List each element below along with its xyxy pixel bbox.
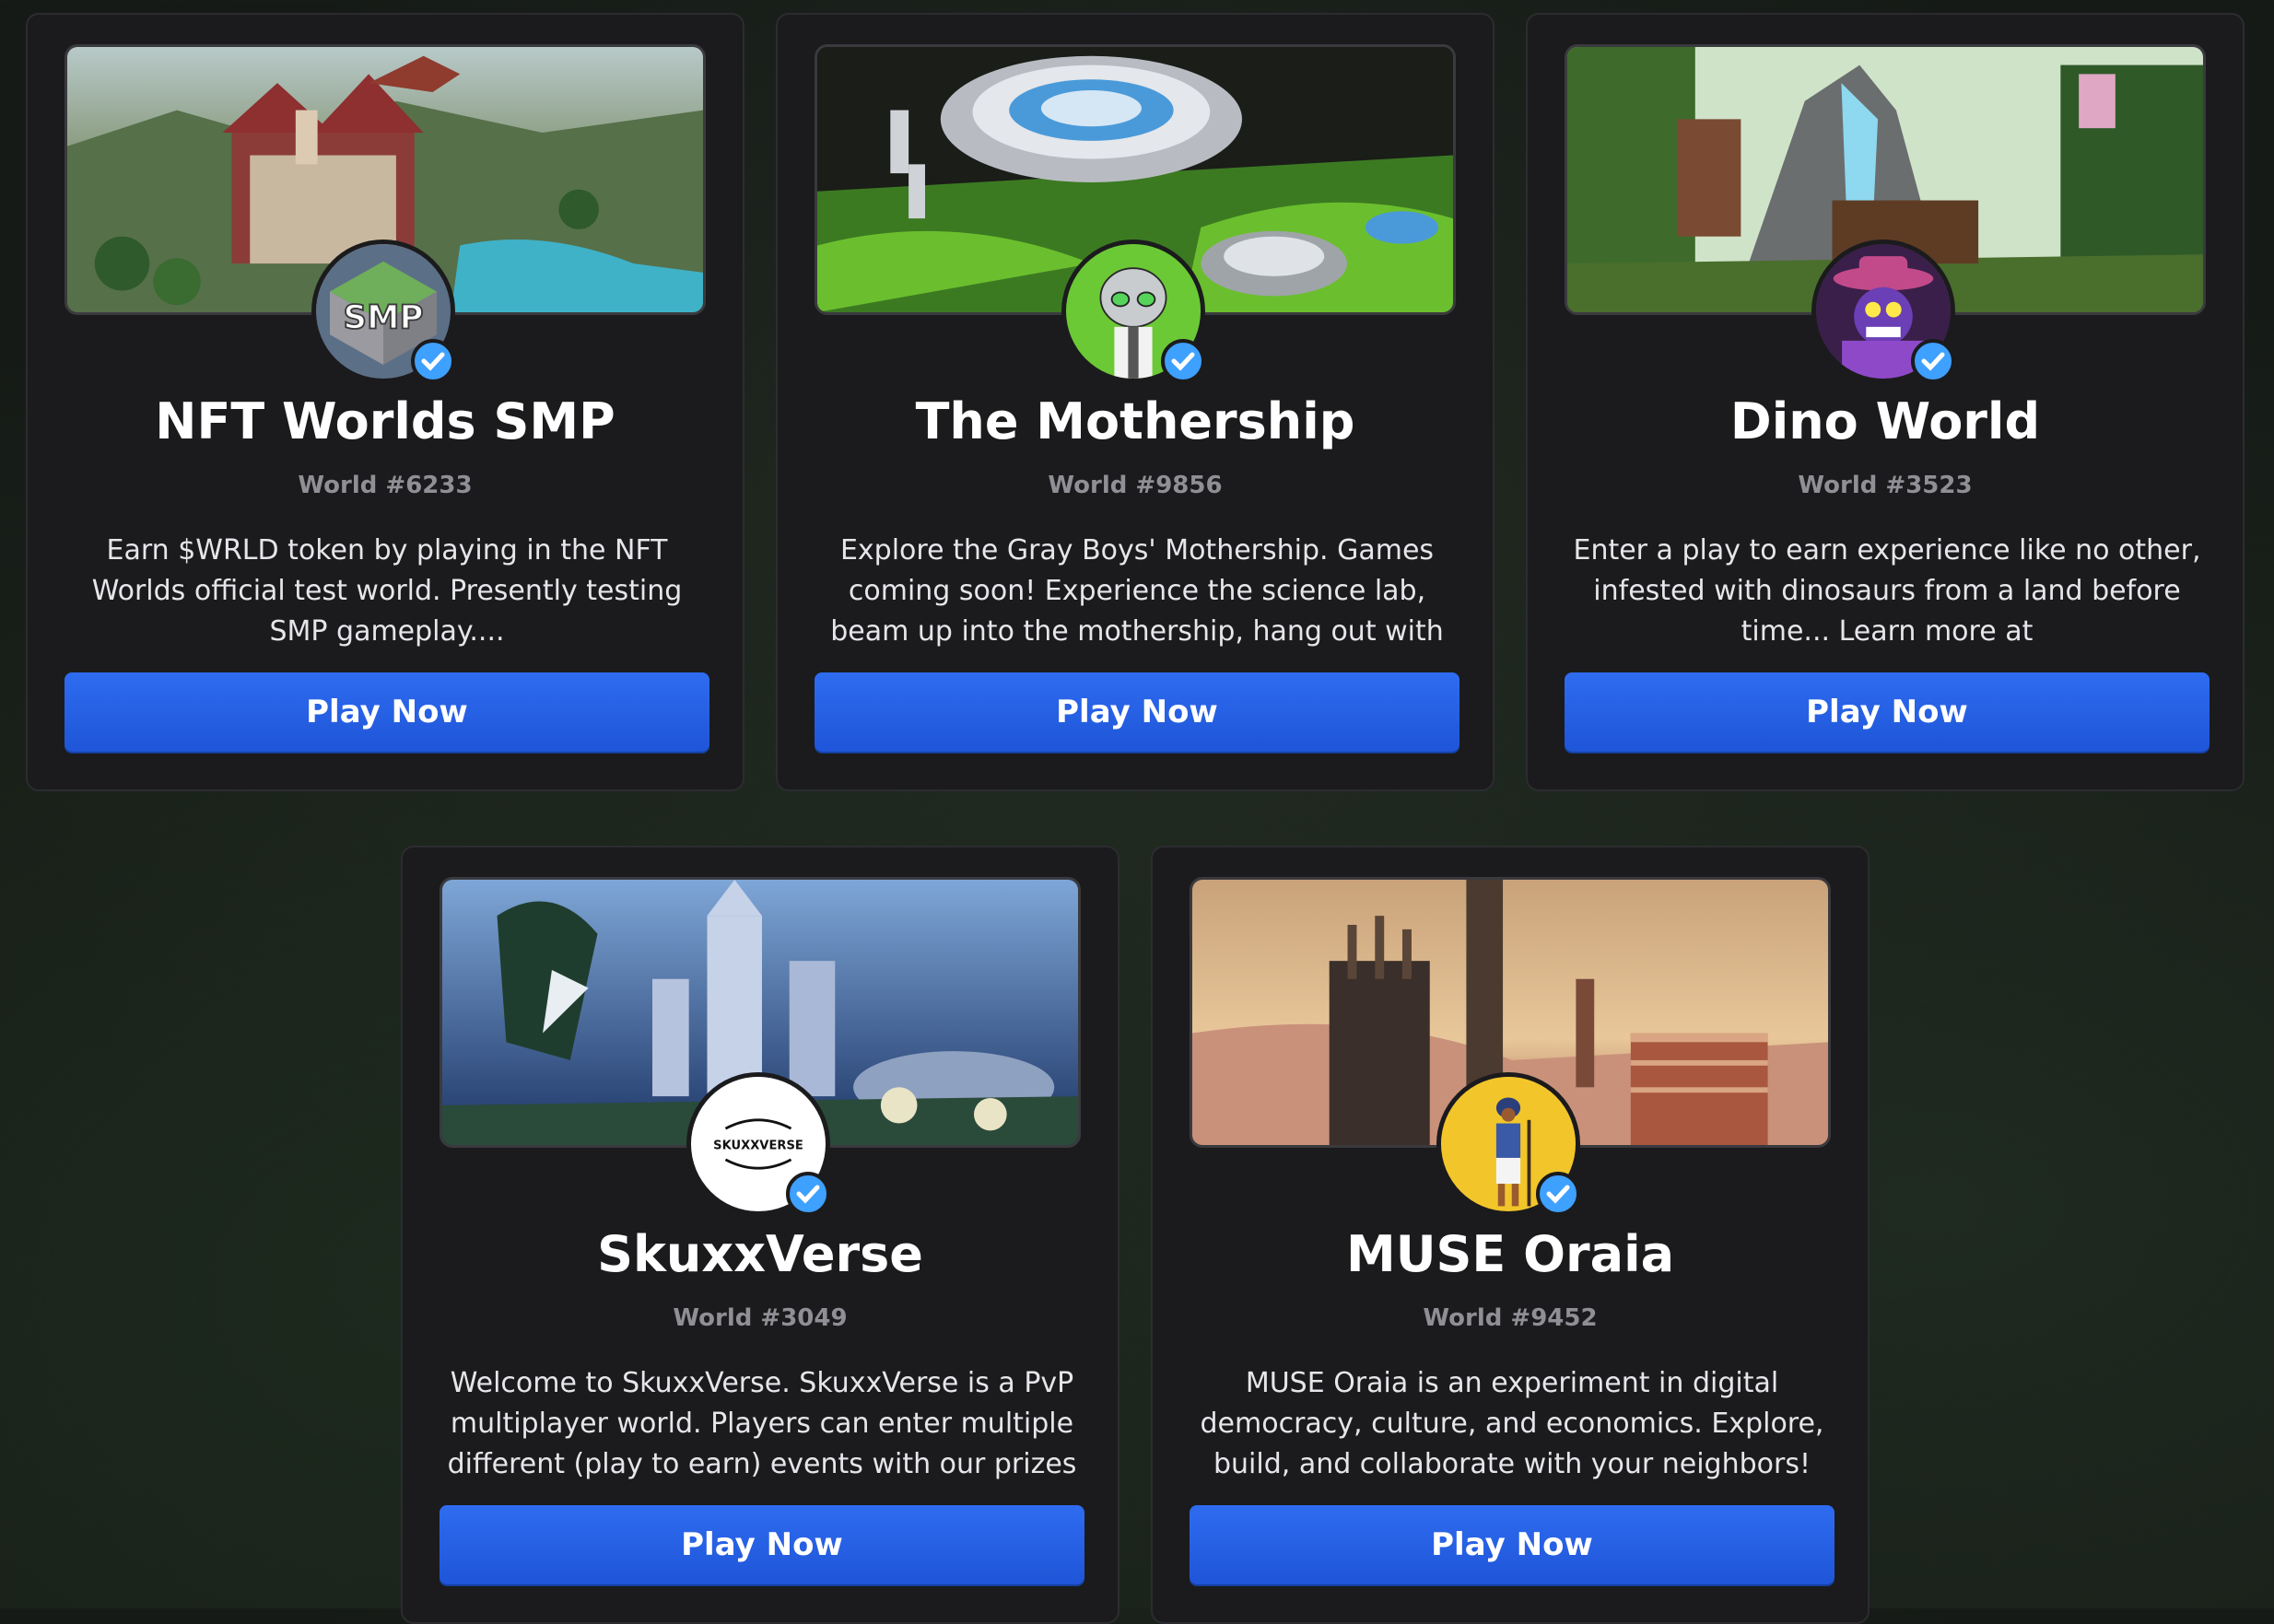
world-id: World #3523 xyxy=(1798,472,1973,499)
play-now-button[interactable]: Play Now xyxy=(440,1505,1084,1584)
verified-badge-icon xyxy=(1911,339,1955,383)
world-title: SkuxxVerse xyxy=(597,1225,923,1283)
world-description: Earn $WRLD token by playing in the NFT W… xyxy=(91,534,683,648)
verified-badge-icon xyxy=(1536,1172,1580,1216)
world-description: Welcome to SkuxxVerse. SkuxxVerse is a P… xyxy=(447,1367,1077,1480)
play-now-button[interactable]: Play Now xyxy=(815,672,1459,752)
world-id: World #3049 xyxy=(673,1304,848,1332)
world-description: Explore the Gray Boys' Mothership. Games… xyxy=(830,534,1444,648)
verified-badge-icon xyxy=(786,1172,830,1216)
play-now-button[interactable]: Play Now xyxy=(1190,1505,1834,1584)
world-card: SKUXXVERSE SkuxxVerse World #3049 Welcom… xyxy=(401,846,1119,1624)
verified-badge-icon xyxy=(1161,339,1205,383)
avatar-text: SMP xyxy=(343,299,423,337)
world-id: World #9856 xyxy=(1048,472,1223,499)
play-now-button[interactable]: Play Now xyxy=(64,672,709,752)
world-card: The Mothership World #9856 Explore the G… xyxy=(776,13,1495,791)
world-title: The Mothership xyxy=(915,392,1355,450)
world-id: World #6233 xyxy=(298,472,473,499)
world-title: Dino World xyxy=(1729,392,2041,450)
world-title: MUSE Oraia xyxy=(1345,1225,1675,1283)
world-card: SMP NFT Worlds SMP World #6233 Earn $WRL… xyxy=(26,13,744,791)
world-card: MUSE Oraia World #9452 MUSE Oraia is an … xyxy=(1151,846,1870,1624)
verified-badge-icon xyxy=(411,339,455,383)
world-id: World #9452 xyxy=(1423,1304,1598,1332)
world-card: Dino World World #3523 Enter a play to e… xyxy=(1526,13,2245,791)
avatar-text: SKUXXVERSE xyxy=(713,1139,803,1153)
play-now-button[interactable]: Play Now xyxy=(1565,672,2210,752)
world-description: Enter a play to earn experience like no … xyxy=(1573,534,2201,648)
world-title: NFT Worlds SMP xyxy=(155,392,615,450)
world-description: MUSE Oraia is an experiment in digital d… xyxy=(1200,1367,1824,1480)
